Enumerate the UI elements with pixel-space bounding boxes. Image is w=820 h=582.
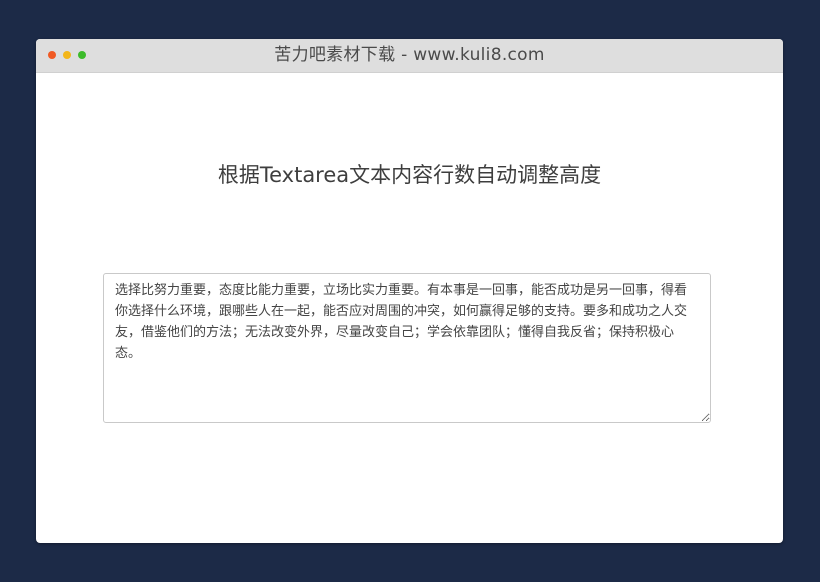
window-title: 苦力吧素材下载 - www.kuli8.com [274, 45, 545, 65]
page-title: 根据Textarea文本内容行数自动调整高度 [217, 163, 602, 187]
auto-resize-textarea[interactable]: 选择比努力重要，态度比能力重要，立场比实力重要。有本事是一回事，能否成功是另一回… [103, 273, 711, 423]
page-content: 根据Textarea文本内容行数自动调整高度 选择比努力重要，态度比能力重要，立… [36, 73, 783, 543]
browser-window: 苦力吧素材下载 - www.kuli8.com 根据Textarea文本内容行数… [36, 39, 783, 543]
title-bar: 苦力吧素材下载 - www.kuli8.com [36, 39, 783, 73]
